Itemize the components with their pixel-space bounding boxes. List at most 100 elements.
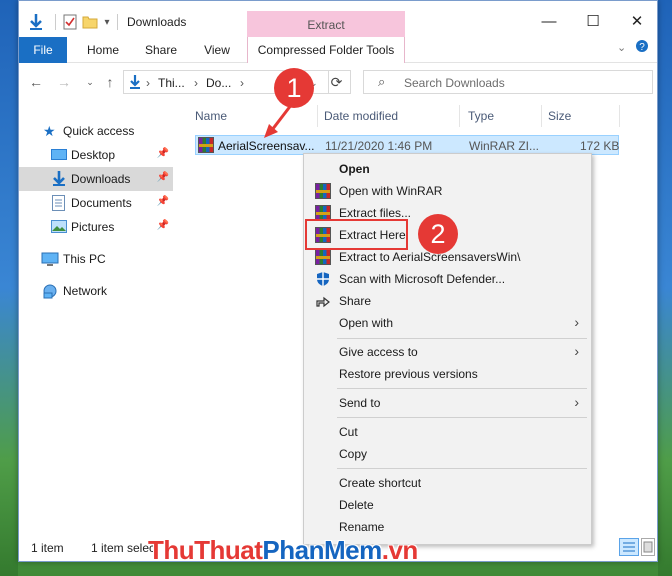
- up-button[interactable]: ↑: [101, 73, 119, 91]
- large-icons-view-button[interactable]: [641, 538, 655, 556]
- tab-share[interactable]: Share: [137, 37, 185, 63]
- pictures-icon: [51, 220, 67, 236]
- refresh-button[interactable]: ⟳: [323, 70, 351, 94]
- nav-item-desktop[interactable]: Desktop 📌: [19, 143, 173, 167]
- toolbar-divider: [117, 14, 118, 30]
- selection-status: 1 item selec: [91, 541, 156, 555]
- column-header-date[interactable]: Date modified: [324, 109, 398, 123]
- help-icon[interactable]: ?: [635, 39, 649, 56]
- menu-item-open-with-winrar[interactable]: Open with WinRAR: [306, 180, 589, 202]
- menu-item-give-access[interactable]: Give access to ›: [306, 341, 589, 363]
- star-icon: ★: [43, 123, 56, 139]
- back-button[interactable]: ←: [27, 73, 45, 91]
- breadcrumb-chevron-icon: ›: [240, 76, 244, 90]
- file-date: 11/21/2020 1:46 PM: [325, 139, 433, 153]
- watermark-part: Phan: [262, 535, 324, 565]
- menu-item-send-to[interactable]: Send to ›: [306, 392, 589, 414]
- menu-item-open-with[interactable]: Open with ›: [306, 312, 589, 334]
- expand-ribbon-icon[interactable]: ⌄: [617, 41, 626, 54]
- step-badge-1: 1: [274, 68, 314, 108]
- computer-icon: [41, 252, 59, 270]
- column-header-name[interactable]: Name: [195, 109, 227, 123]
- download-icon: [52, 170, 66, 190]
- breadcrumb-chevron-icon: ›: [194, 76, 198, 90]
- properties-icon[interactable]: [61, 11, 79, 33]
- desktop-icon: [51, 148, 67, 165]
- recent-locations-icon[interactable]: ⌄: [81, 73, 99, 91]
- ribbon-tabs: File Home Share View Compressed Folder T…: [19, 37, 657, 63]
- tab-compressed-folder-tools[interactable]: Compressed Folder Tools: [247, 37, 405, 63]
- forward-button[interactable]: →: [55, 73, 73, 91]
- column-header-type[interactable]: Type: [468, 109, 494, 123]
- menu-item-cut[interactable]: Cut: [306, 421, 589, 443]
- customize-toolbar-icon[interactable]: ▾: [101, 11, 113, 33]
- watermark-part: Thuat: [194, 535, 263, 565]
- context-menu: Open Open with WinRAR Extract files... E…: [303, 153, 592, 545]
- address-bar-row: ← → ⌄ ↑ › Thi... › Do... › ⌄ ⟳ ⌕ Search …: [19, 65, 657, 101]
- share-icon: [315, 293, 331, 309]
- menu-item-label: Share: [339, 294, 372, 308]
- nav-item-documents[interactable]: Documents 📌: [19, 191, 173, 215]
- menu-item-copy[interactable]: Copy: [306, 443, 589, 465]
- nav-label: Downloads: [71, 172, 131, 186]
- details-view-button[interactable]: [619, 538, 639, 556]
- breadcrumb-downloads[interactable]: Do...: [206, 76, 231, 90]
- close-button[interactable]: ✕: [615, 9, 659, 35]
- maximize-button[interactable]: ☐: [571, 9, 615, 35]
- nav-item-quick-access[interactable]: ★ Quick access: [19, 119, 173, 143]
- column-header-size[interactable]: Size: [548, 109, 571, 123]
- download-arrow-icon[interactable]: [27, 11, 45, 33]
- watermark: ThuThuatPhanMem.vn: [148, 535, 418, 566]
- breadcrumb-thispc[interactable]: Thi...: [158, 76, 185, 90]
- breadcrumb-chevron-icon: ›: [146, 76, 150, 90]
- menu-item-delete[interactable]: Delete: [306, 494, 589, 516]
- navigation-pane: ★ Quick access Desktop 📌 Downloads 📌 Doc…: [19, 101, 177, 521]
- menu-item-create-shortcut[interactable]: Create shortcut: [306, 472, 589, 494]
- nav-item-this-pc[interactable]: This PC: [19, 247, 173, 271]
- menu-item-label: Open: [339, 162, 370, 176]
- submenu-arrow-icon: ›: [574, 394, 579, 410]
- winrar-icon: [315, 249, 331, 265]
- nav-label: Pictures: [71, 220, 115, 234]
- tab-view[interactable]: View: [195, 37, 239, 63]
- column-divider: [459, 105, 460, 127]
- watermark-part: .vn: [381, 535, 419, 565]
- file-type: WinRAR ZI...: [469, 139, 540, 153]
- search-input[interactable]: ⌕ Search Downloads: [363, 70, 653, 94]
- window-title: Downloads: [127, 15, 187, 29]
- menu-item-scan-defender[interactable]: Scan with Microsoft Defender...: [306, 268, 589, 290]
- nav-item-pictures[interactable]: Pictures 📌: [19, 215, 173, 239]
- tab-file[interactable]: File: [19, 37, 67, 63]
- nav-label: Desktop: [71, 148, 116, 162]
- svg-text:?: ?: [639, 42, 645, 53]
- nav-item-downloads[interactable]: Downloads 📌: [19, 167, 173, 191]
- pin-icon: 📌: [156, 172, 169, 183]
- menu-item-restore-versions[interactable]: Restore previous versions: [306, 363, 589, 385]
- extract-here-highlight: [305, 219, 408, 250]
- nav-label: Quick access: [63, 124, 135, 138]
- menu-item-open[interactable]: Open: [306, 158, 589, 180]
- title-bar: ▾ Downloads Extract — ☐ ✕: [19, 1, 657, 41]
- file-size: 172 KB: [580, 139, 620, 153]
- menu-item-label: Create shortcut: [339, 476, 422, 490]
- menu-item-label: Scan with Microsoft Defender...: [339, 272, 506, 286]
- toolbar-divider: [55, 14, 56, 30]
- menu-item-share[interactable]: Share: [306, 290, 589, 312]
- item-count: 1 item: [31, 541, 64, 555]
- new-folder-icon[interactable]: [81, 11, 99, 33]
- menu-item-label: Open with WinRAR: [339, 184, 443, 198]
- tab-home[interactable]: Home: [77, 37, 129, 63]
- winrar-archive-icon: [198, 137, 214, 153]
- nav-item-network[interactable]: Network: [19, 279, 173, 303]
- downloads-location-icon: [128, 74, 142, 93]
- menu-item-label: Open with: [339, 316, 394, 330]
- menu-separator: [337, 338, 587, 339]
- minimize-button[interactable]: —: [527, 9, 571, 35]
- menu-separator: [337, 388, 587, 389]
- menu-item-label: Extract files...: [339, 206, 412, 220]
- watermark-part: Thu: [148, 535, 195, 565]
- pin-icon: 📌: [156, 148, 169, 159]
- menu-item-label: Delete: [339, 498, 374, 512]
- submenu-arrow-icon: ›: [574, 343, 579, 359]
- menu-item-label: Restore previous versions: [339, 367, 478, 381]
